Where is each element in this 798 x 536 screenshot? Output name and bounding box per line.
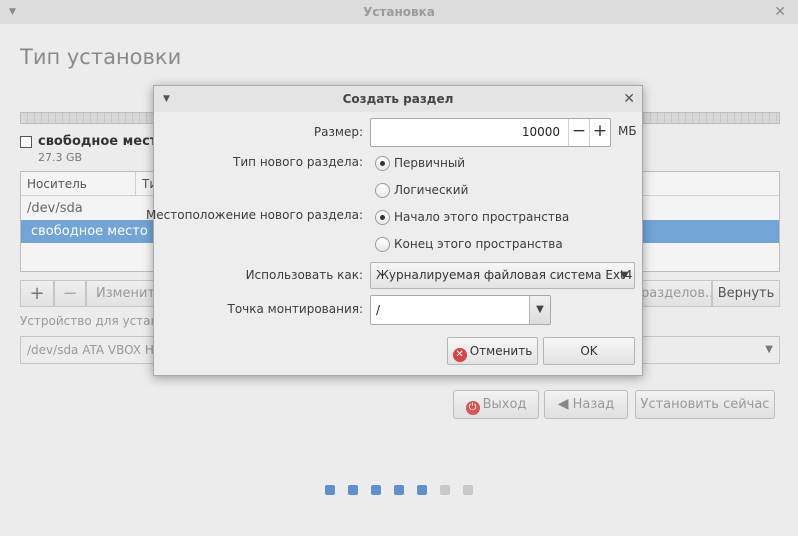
progress-dot <box>463 485 473 495</box>
install-now-button[interactable]: Установить сейчас <box>635 390 775 419</box>
quit-button[interactable]: ⏻ Выход <box>453 390 539 419</box>
cancel-label: Отменить <box>469 344 533 358</box>
radio-unchecked-icon[interactable] <box>375 183 390 198</box>
chevron-down-icon: ▼ <box>765 344 773 355</box>
legend-size: 27.3 GB <box>38 151 83 164</box>
progress-dot <box>394 485 404 495</box>
quit-label: Выход <box>482 397 527 412</box>
progress-dot <box>440 485 450 495</box>
radio-location-end-label[interactable]: Конец этого пространства <box>394 237 563 252</box>
mount-point-value[interactable]: / <box>376 296 380 324</box>
window-menu-icon[interactable]: ▼ <box>9 0 16 24</box>
mount-dropdown-button[interactable]: ▼ <box>529 296 550 324</box>
ok-button[interactable]: OK <box>543 337 635 365</box>
page-title: Тип установки <box>20 45 182 69</box>
dialog-title: Создать раздел <box>342 92 454 106</box>
window-title: Установка <box>363 5 435 19</box>
progress-dot <box>325 485 335 495</box>
size-value[interactable]: 10000 <box>522 119 560 146</box>
radio-checked-icon[interactable] <box>375 156 390 171</box>
progress-dot <box>417 485 427 495</box>
mount-point-label: Точка монтирования: <box>227 302 364 316</box>
progress-dot <box>348 485 358 495</box>
column-header-device[interactable]: Носитель <box>21 172 136 196</box>
dialog-close-icon[interactable]: ✕ <box>623 86 635 112</box>
location-label: Местоположение нового раздела: <box>145 208 363 222</box>
create-partition-dialog: Создать раздел ▼ ✕ Размер: 10000 − + МБ … <box>146 85 643 376</box>
revert-button[interactable]: Вернуть <box>712 280 780 307</box>
legend-label: свободное место <box>38 134 167 149</box>
legend-swatch <box>20 136 32 148</box>
progress-dot <box>371 485 381 495</box>
power-icon: ⏻ <box>465 401 480 415</box>
back-label: Назад <box>572 397 615 412</box>
boot-device-label: Устройство для установ <box>20 314 173 328</box>
arrow-left-icon: ◀ <box>557 396 569 412</box>
partition-type-label: Тип нового раздела: <box>233 155 363 169</box>
chevron-down-icon: ▼ <box>620 270 628 281</box>
use-as-select[interactable]: Журналируемая файловая система Ext4 ▼ <box>370 262 635 289</box>
close-icon[interactable]: ✕ <box>774 0 786 24</box>
remove-partition-button[interactable]: − <box>54 280 86 307</box>
increment-button[interactable]: + <box>589 119 610 146</box>
radio-primary-label[interactable]: Первичный <box>394 156 465 171</box>
radio-location-start-label[interactable]: Начало этого пространства <box>394 210 569 225</box>
size-spinbox[interactable]: 10000 − + <box>370 118 611 147</box>
size-unit: МБ <box>618 124 637 138</box>
radio-unchecked-icon[interactable] <box>375 237 390 252</box>
dialog-titlebar: Создать раздел ▼ ✕ <box>154 86 642 112</box>
new-partition-table-button[interactable]: разделов... <box>640 280 712 307</box>
cancel-button[interactable]: ✕ Отменить <box>447 337 538 365</box>
cancel-icon: ✕ <box>452 348 467 362</box>
back-button[interactable]: ◀ Назад <box>544 390 628 419</box>
mount-point-combo[interactable]: / ▼ <box>370 295 551 325</box>
decrement-button[interactable]: − <box>568 119 589 146</box>
size-label: Размер: <box>313 125 363 139</box>
boot-device-value: /dev/sda ATA VBOX HA <box>27 343 163 357</box>
dialog-menu-icon[interactable]: ▼ <box>163 86 170 112</box>
use-as-label: Использовать как: <box>245 268 363 282</box>
radio-logical-label[interactable]: Логический <box>394 183 468 198</box>
window-titlebar: ▼ Установка ✕ <box>0 0 798 24</box>
add-partition-button[interactable]: + <box>20 280 54 307</box>
use-as-value: Журналируемая файловая система Ext4 <box>376 268 633 282</box>
radio-checked-icon[interactable] <box>375 210 390 225</box>
